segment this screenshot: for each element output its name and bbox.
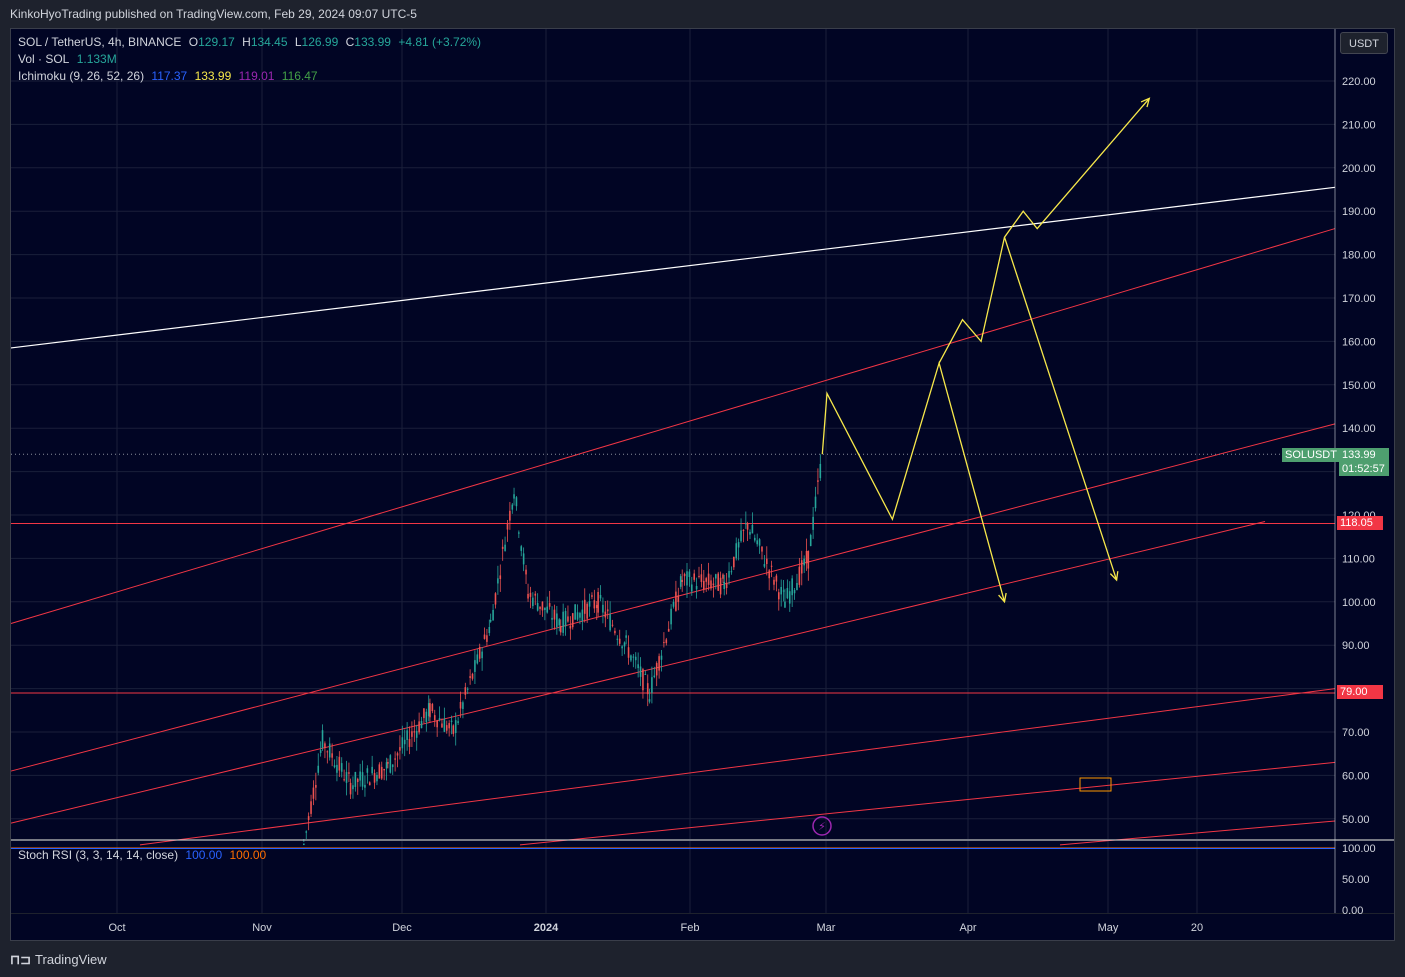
ohlc-low: L126.99 (294, 35, 339, 49)
volume-value: 1.133M (76, 52, 117, 66)
ichimoku-legend[interactable]: Ichimoku (9, 26, 52, 26) 117.37 133.99 1… (18, 69, 322, 83)
symbol-tag: SOLUSDT (1282, 448, 1340, 462)
stoch-rsi-k: 100.00 (185, 848, 223, 862)
ichimoku-conversion: 117.37 (151, 69, 188, 83)
ichimoku-lagging: 119.01 (238, 69, 275, 83)
ohlc-open: O129.17 (188, 35, 235, 49)
ohlc-close: C133.99 (345, 35, 391, 49)
tv-brand-text: TradingView (35, 952, 107, 967)
countdown-tag: 01:52:57 (1339, 462, 1389, 476)
level-tag-118: 118.05 (1337, 516, 1383, 530)
ohlc-high: H134.45 (242, 35, 288, 49)
tv-logo-icon: ⊓⊐ (10, 952, 32, 967)
ohlc-change: +4.81 (+3.72%) (398, 35, 482, 49)
ichimoku-span: 116.47 (281, 69, 318, 83)
ichimoku-label: Ichimoku (9, 26, 52, 26) (18, 69, 145, 83)
tradingview-logo[interactable]: ⊓⊐ TradingView (10, 952, 107, 968)
footer-bar (0, 942, 1405, 977)
symbol-title: SOL / TetherUS, 4h, BINANCE (18, 35, 182, 49)
stoch-rsi-legend[interactable]: Stoch RSI (3, 3, 14, 14, close) 100.00 1… (18, 848, 270, 862)
symbol-legend[interactable]: SOL / TetherUS, 4h, BINANCE O129.17 H134… (18, 35, 485, 49)
ichimoku-base: 133.99 (194, 69, 232, 83)
level-tag-79: 79.00 (1337, 685, 1383, 699)
last-price-tag: 133.99 (1339, 448, 1389, 462)
stoch-rsi-d: 100.00 (229, 848, 267, 862)
chart-frame (10, 28, 1395, 941)
volume-label: Vol · SOL (18, 52, 70, 66)
stoch-rsi-label: Stoch RSI (3, 3, 14, 14, close) (18, 848, 179, 862)
volume-legend[interactable]: Vol · SOL 1.133M (18, 52, 121, 66)
currency-button[interactable]: USDT (1340, 32, 1388, 54)
